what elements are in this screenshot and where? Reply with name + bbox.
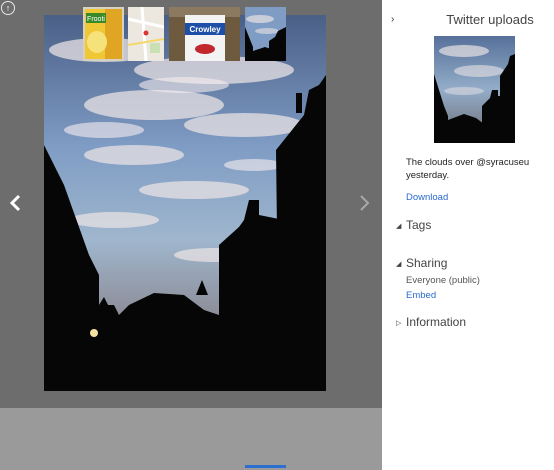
selected-thumbnail-indicator (245, 465, 286, 468)
chevron-right-icon[interactable] (355, 190, 375, 216)
filmstrip (0, 408, 382, 470)
chevron-right-small-icon[interactable]: › (391, 14, 394, 25)
album-cover-thumbnail[interactable] (434, 36, 515, 143)
download-link[interactable]: Download (406, 192, 448, 203)
information-label: Information (406, 315, 467, 329)
yogurt-brand-label: Crowley (189, 25, 221, 34)
tags-label: Tags (406, 218, 432, 232)
embed-link[interactable]: Embed (406, 290, 436, 301)
sharing-audience: Everyone (public) (406, 275, 480, 286)
map-thumbnail[interactable] (128, 7, 164, 61)
chevron-left-icon[interactable] (6, 190, 26, 216)
sharing-section-header[interactable]: ◢ Sharing (396, 256, 447, 270)
juice-carton-thumbnail[interactable]: Frooti (83, 7, 124, 61)
main-photo (44, 15, 326, 391)
photo-viewer: ↑ (0, 0, 382, 408)
information-section-header[interactable]: ▷ Information (396, 315, 466, 329)
clouds-thumbnail[interactable] (245, 7, 286, 61)
sharing-label: Sharing (406, 256, 448, 270)
triangle-right-icon: ▷ (396, 320, 402, 327)
crowley-yogurt-thumbnail[interactable]: Crowley (169, 7, 240, 61)
album-title[interactable]: Twitter uploads (430, 12, 550, 27)
triangle-down-icon: ◢ (396, 261, 402, 268)
photo-caption: The clouds over @syracuseu yesterday. (406, 157, 530, 181)
up-arrow-circle-icon[interactable]: ↑ (1, 1, 15, 15)
juice-brand-label: Frooti (87, 16, 105, 23)
tags-section-header[interactable]: ◢ Tags (396, 218, 431, 232)
triangle-down-icon: ◢ (396, 223, 402, 230)
